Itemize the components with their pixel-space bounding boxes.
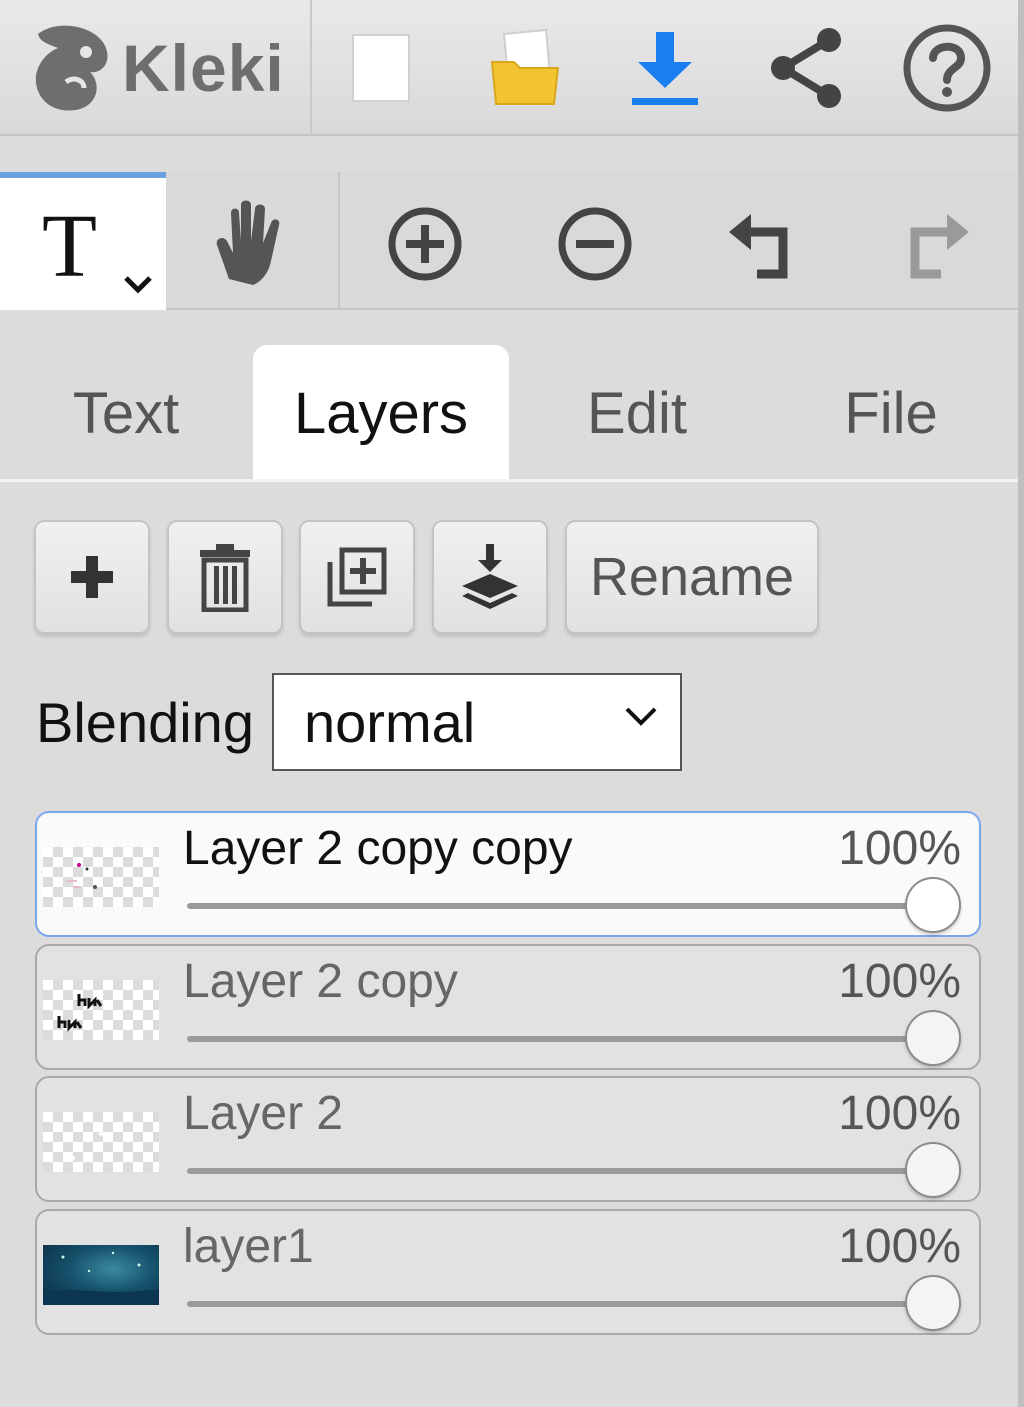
tab-divider	[0, 479, 1018, 482]
opacity-slider-track[interactable]	[187, 1036, 929, 1042]
share-icon	[771, 28, 841, 108]
undo-button[interactable]	[700, 182, 830, 306]
opacity-slider-handle[interactable]	[905, 1142, 961, 1198]
duplicate-layer-button[interactable]	[299, 520, 415, 634]
trash-icon	[200, 544, 250, 612]
tab-file[interactable]: File	[764, 345, 1018, 481]
blending-label: Blending	[36, 691, 254, 754]
layer-name[interactable]: Layer 2	[183, 1086, 343, 1141]
layer-item[interactable]: Layer 2 copy 100%	[35, 944, 981, 1070]
download-icon	[632, 32, 698, 105]
undo-icon	[729, 214, 788, 279]
top-bar: Kleki	[0, 0, 1018, 136]
redo-icon	[910, 214, 969, 279]
layer-opacity: 100%	[838, 1220, 961, 1273]
tab-text[interactable]: Text	[0, 345, 252, 481]
share-button[interactable]	[752, 18, 862, 118]
layer-thumbnail	[43, 847, 159, 907]
help-icon	[903, 24, 991, 112]
toolbar-divider	[310, 0, 312, 136]
hand-tool-button[interactable]	[184, 182, 314, 306]
layer-thumbnail	[43, 1245, 159, 1305]
zoom-in-icon	[388, 207, 462, 281]
text-tool-button[interactable]: T	[0, 172, 166, 310]
download-button[interactable]	[610, 18, 720, 118]
new-image-button[interactable]	[326, 18, 436, 118]
kleki-logo-icon	[35, 25, 108, 111]
opacity-slider-track[interactable]	[187, 1168, 929, 1174]
duplicate-icon	[327, 547, 387, 607]
tab-bar: Text Layers Edit File	[0, 345, 1018, 481]
plus-icon	[71, 556, 113, 598]
open-file-button[interactable]	[470, 18, 580, 118]
layer-opacity: 100%	[838, 1087, 961, 1140]
layer-item[interactable]: Layer 2 copy copy 100%	[35, 811, 981, 937]
logo: Kleki	[28, 20, 285, 116]
tab-edit[interactable]: Edit	[510, 345, 764, 481]
delete-layer-button[interactable]	[167, 520, 283, 634]
app-name: Kleki	[122, 31, 285, 105]
opacity-slider-handle[interactable]	[905, 1010, 961, 1066]
opacity-slider-handle[interactable]	[905, 1275, 961, 1331]
tool-divider	[338, 172, 340, 310]
help-button[interactable]	[892, 18, 1002, 118]
text-tool-icon: T	[42, 197, 97, 296]
opacity-slider-handle[interactable]	[905, 877, 961, 933]
layer-item[interactable]: layer1 100%	[35, 1209, 981, 1335]
opacity-slider-track[interactable]	[187, 903, 929, 909]
new-page-icon	[352, 34, 410, 102]
layer-name[interactable]: Layer 2 copy copy	[183, 821, 573, 876]
zoom-out-button[interactable]	[530, 182, 660, 306]
folder-icon	[490, 28, 560, 105]
chevron-down-icon	[124, 276, 152, 294]
rename-layer-button[interactable]: Rename	[565, 520, 819, 634]
layer-thumbnail	[43, 1112, 159, 1172]
layer-opacity: 100%	[838, 955, 961, 1008]
zoom-out-icon	[558, 207, 632, 281]
zoom-in-button[interactable]	[360, 182, 490, 306]
opacity-slider-track[interactable]	[187, 1301, 929, 1307]
add-layer-button[interactable]	[34, 520, 150, 634]
layer-name[interactable]: layer1	[183, 1219, 314, 1274]
tool-row: T	[0, 172, 1018, 310]
layer-thumbnail	[43, 980, 159, 1040]
scroll-edge	[1018, 0, 1024, 1407]
layer-item[interactable]: Layer 2 100%	[35, 1076, 981, 1202]
rename-label: Rename	[589, 547, 795, 607]
layer-opacity: 100%	[838, 822, 961, 875]
tab-layers[interactable]: Layers	[253, 345, 509, 481]
layer-name[interactable]: Layer 2 copy	[183, 954, 458, 1009]
hand-icon	[216, 200, 280, 285]
merge-down-button[interactable]	[432, 520, 548, 634]
chevron-down-icon	[625, 707, 657, 726]
merge-down-icon	[462, 544, 518, 609]
blending-select[interactable]: normal	[272, 673, 682, 771]
redo-button[interactable]	[868, 182, 998, 306]
blending-value: normal	[304, 690, 476, 754]
